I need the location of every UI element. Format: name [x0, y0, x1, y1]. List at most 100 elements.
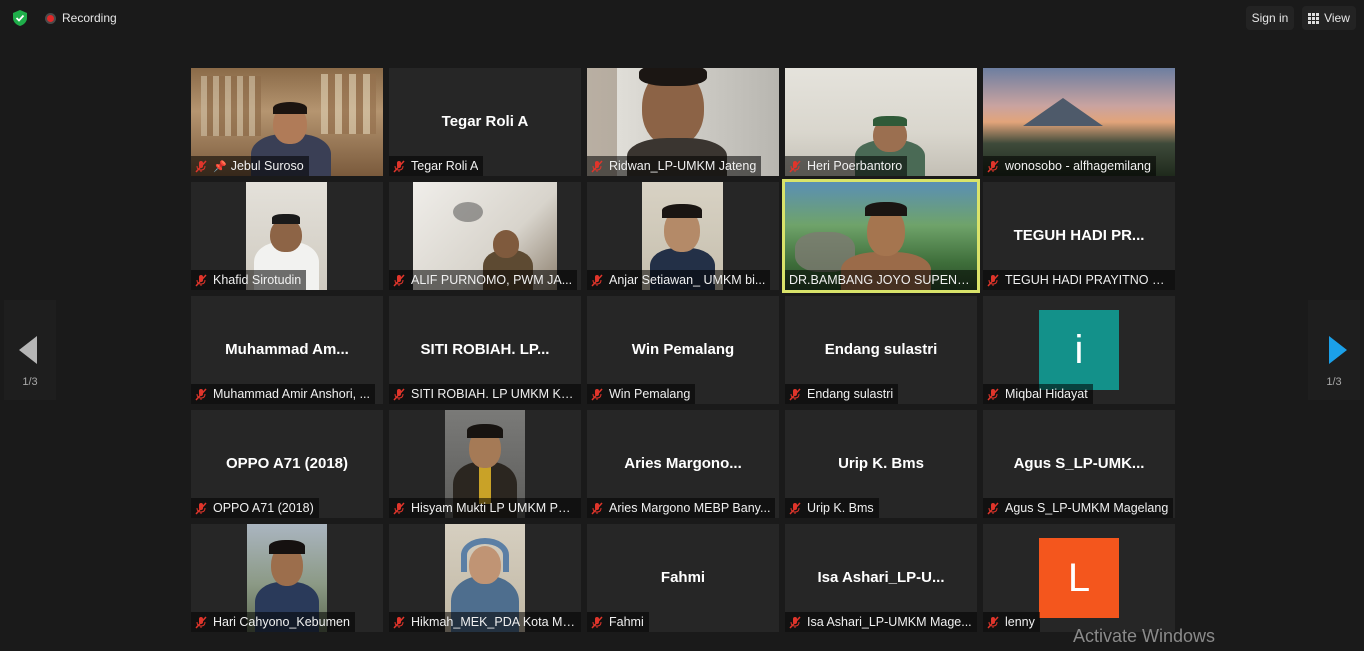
participant-tile-lenny[interactable]: L lenny — [983, 524, 1175, 632]
participant-tile-alif-purnomo[interactable]: ALIF PURNOMO, PWM JA... — [389, 182, 581, 290]
muted-mic-icon — [789, 159, 801, 173]
participant-name-label: Miqbal Hidayat — [983, 384, 1093, 404]
participant-name-label: DR.BAMBANG JOYO SUPENO,... — [785, 270, 977, 290]
participant-tile-agus-s[interactable]: Agus S_LP-UMK... Agus S_LP-UMKM Magelang — [983, 410, 1175, 518]
participant-display-name: Urip K. Bms — [838, 455, 924, 472]
participant-display-name: Isa Ashari_LP-U... — [817, 569, 945, 586]
muted-mic-icon — [789, 501, 801, 515]
muted-mic-icon — [591, 615, 603, 629]
participant-display-name: Muhammad Am... — [225, 341, 349, 358]
muted-mic-icon — [789, 387, 801, 401]
participant-tile-muhammad-amir-anshori[interactable]: Muhammad Am... Muhammad Amir Anshori, ..… — [191, 296, 383, 404]
view-button[interactable]: View — [1302, 6, 1356, 30]
muted-mic-icon — [393, 615, 405, 629]
muted-mic-icon — [789, 615, 801, 629]
muted-mic-icon — [591, 159, 603, 173]
recording-label: Recording — [62, 11, 117, 25]
participant-tile-fahmi[interactable]: Fahmi Fahmi — [587, 524, 779, 632]
muted-mic-icon — [987, 273, 999, 287]
participant-name-label: SITI ROBIAH. LP UMKM KA... — [389, 384, 581, 404]
participant-display-name: Tegar Roli A — [441, 113, 529, 130]
previous-page-button[interactable]: 1/3 — [4, 300, 56, 400]
muted-mic-icon — [591, 501, 603, 515]
participant-tile-ridwan[interactable]: Ridwan_LP-UMKM Jateng — [587, 68, 779, 176]
participant-tile-siti-robiah[interactable]: SITI ROBIAH. LP... SITI ROBIAH. LP UMKM … — [389, 296, 581, 404]
participant-tile-anjar-setiawan[interactable]: Anjar Setiawan_ UMKM bi... — [587, 182, 779, 290]
participant-tile-hisyam-mukti[interactable]: Hisyam Mukti LP UMKM PE... — [389, 410, 581, 518]
participant-name-label: 📌 Jebul Suroso — [191, 156, 309, 176]
participant-name-label: OPPO A71 (2018) — [191, 498, 319, 518]
participant-tile-endang-sulastri[interactable]: Endang sulastri Endang sulastri — [785, 296, 977, 404]
participant-tile-jebul-suroso[interactable]: 📌 Jebul Suroso — [191, 68, 383, 176]
sign-in-button[interactable]: Sign in — [1246, 6, 1294, 30]
recording-indicator[interactable]: Recording — [45, 11, 117, 25]
muted-mic-icon — [195, 501, 207, 515]
muted-mic-icon — [987, 387, 999, 401]
arrow-left-icon — [19, 336, 37, 364]
participant-avatar: L — [1039, 538, 1119, 618]
participant-name-label: Urip K. Bms — [785, 498, 879, 518]
page-indicator-right: 1/3 — [1326, 376, 1342, 388]
arrow-right-icon — [1329, 336, 1347, 364]
participant-tile-urip-k-bms[interactable]: Urip K. Bms Urip K. Bms — [785, 410, 977, 518]
participant-display-name: SITI ROBIAH. LP... — [420, 341, 550, 358]
participant-display-name: TEGUH HADI PR... — [1013, 227, 1145, 244]
participant-name-label: Heri Poerbantoro — [785, 156, 908, 176]
muted-mic-icon — [393, 159, 405, 173]
participant-name-label: ALIF PURNOMO, PWM JA... — [389, 270, 578, 290]
participant-name-label: Isa Ashari_LP-UMKM Mage... — [785, 612, 977, 632]
muted-mic-icon — [195, 159, 207, 173]
participant-name-label: Ridwan_LP-UMKM Jateng — [587, 156, 762, 176]
participant-avatar: i — [1039, 310, 1119, 390]
participant-tile-miqbal-hidayat[interactable]: i Miqbal Hidayat — [983, 296, 1175, 404]
participant-name-label: wonosobo - alfhagemilang — [983, 156, 1156, 176]
grid-view-icon — [1308, 12, 1320, 24]
participant-display-name: OPPO A71 (2018) — [226, 455, 348, 472]
participant-tile-aries-margono[interactable]: Aries Margono... Aries Margono MEBP Bany… — [587, 410, 779, 518]
recording-icon — [45, 12, 56, 24]
participant-tile-hari-cahyono[interactable]: Hari Cahyono_Kebumen — [191, 524, 383, 632]
muted-mic-icon — [987, 159, 999, 173]
sign-in-label: Sign in — [1251, 11, 1289, 25]
participant-name-label: Hikmah_MEK_PDA Kota Ma... — [389, 612, 581, 632]
muted-mic-icon — [987, 615, 999, 629]
pin-icon: 📌 — [213, 160, 227, 173]
muted-mic-icon — [393, 501, 405, 515]
participant-display-name: Agus S_LP-UMK... — [1013, 455, 1145, 472]
security-shield-icon[interactable] — [11, 9, 29, 27]
participant-tile-isa-ashari[interactable]: Isa Ashari_LP-U... Isa Ashari_LP-UMKM Ma… — [785, 524, 977, 632]
participant-display-name: Endang sulastri — [824, 341, 938, 358]
participant-name-label: Win Pemalang — [587, 384, 696, 404]
participant-tile-teguh-hadi-prayitno[interactable]: TEGUH HADI PR... TEGUH HADI PRAYITNO se.… — [983, 182, 1175, 290]
page-indicator-left: 1/3 — [22, 376, 38, 388]
muted-mic-icon — [393, 273, 405, 287]
participant-tile-win-pemalang[interactable]: Win Pemalang Win Pemalang — [587, 296, 779, 404]
muted-mic-icon — [987, 501, 999, 515]
meeting-top-bar: Recording Sign in View — [0, 0, 1364, 36]
view-label: View — [1324, 11, 1350, 25]
participant-name-label: Aries Margono MEBP Bany... — [587, 498, 776, 518]
muted-mic-icon — [591, 387, 603, 401]
muted-mic-icon — [195, 387, 207, 401]
participant-tile-bambang-joyo-supeno-active-speaker[interactable]: DR.BAMBANG JOYO SUPENO,... — [782, 179, 980, 293]
participant-name-label: Fahmi — [587, 612, 649, 632]
participant-name-label: Anjar Setiawan_ UMKM bi... — [587, 270, 771, 290]
muted-mic-icon — [195, 273, 207, 287]
participant-name-label: Muhammad Amir Anshori, ... — [191, 384, 376, 404]
participant-tile-hikmah[interactable]: Hikmah_MEK_PDA Kota Ma... — [389, 524, 581, 632]
participant-tile-khafid-sirotudin[interactable]: Khafid Sirotudin — [191, 182, 383, 290]
participant-name-label: lenny — [983, 612, 1040, 632]
activate-windows-watermark: Activate Windows — [1073, 626, 1216, 646]
participant-display-name: Aries Margono... — [624, 455, 742, 472]
participant-name-label: Hisyam Mukti LP UMKM PE... — [389, 498, 581, 518]
participant-tile-wonosobo[interactable]: wonosobo - alfhagemilang — [983, 68, 1175, 176]
participant-display-name: Fahmi — [660, 569, 706, 586]
participant-name-label: Hari Cahyono_Kebumen — [191, 612, 355, 632]
participant-display-name: Win Pemalang — [631, 341, 735, 358]
participant-tile-oppo-a71[interactable]: OPPO A71 (2018) OPPO A71 (2018) — [191, 410, 383, 518]
participant-name-label: Endang sulastri — [785, 384, 899, 404]
next-page-button[interactable]: 1/3 — [1308, 300, 1360, 400]
participant-tile-tegar-roli-a[interactable]: Tegar Roli A Tegar Roli A — [389, 68, 581, 176]
participant-tile-heri-poerbantoro[interactable]: Heri Poerbantoro — [785, 68, 977, 176]
participant-name-label: Tegar Roli A — [389, 156, 484, 176]
